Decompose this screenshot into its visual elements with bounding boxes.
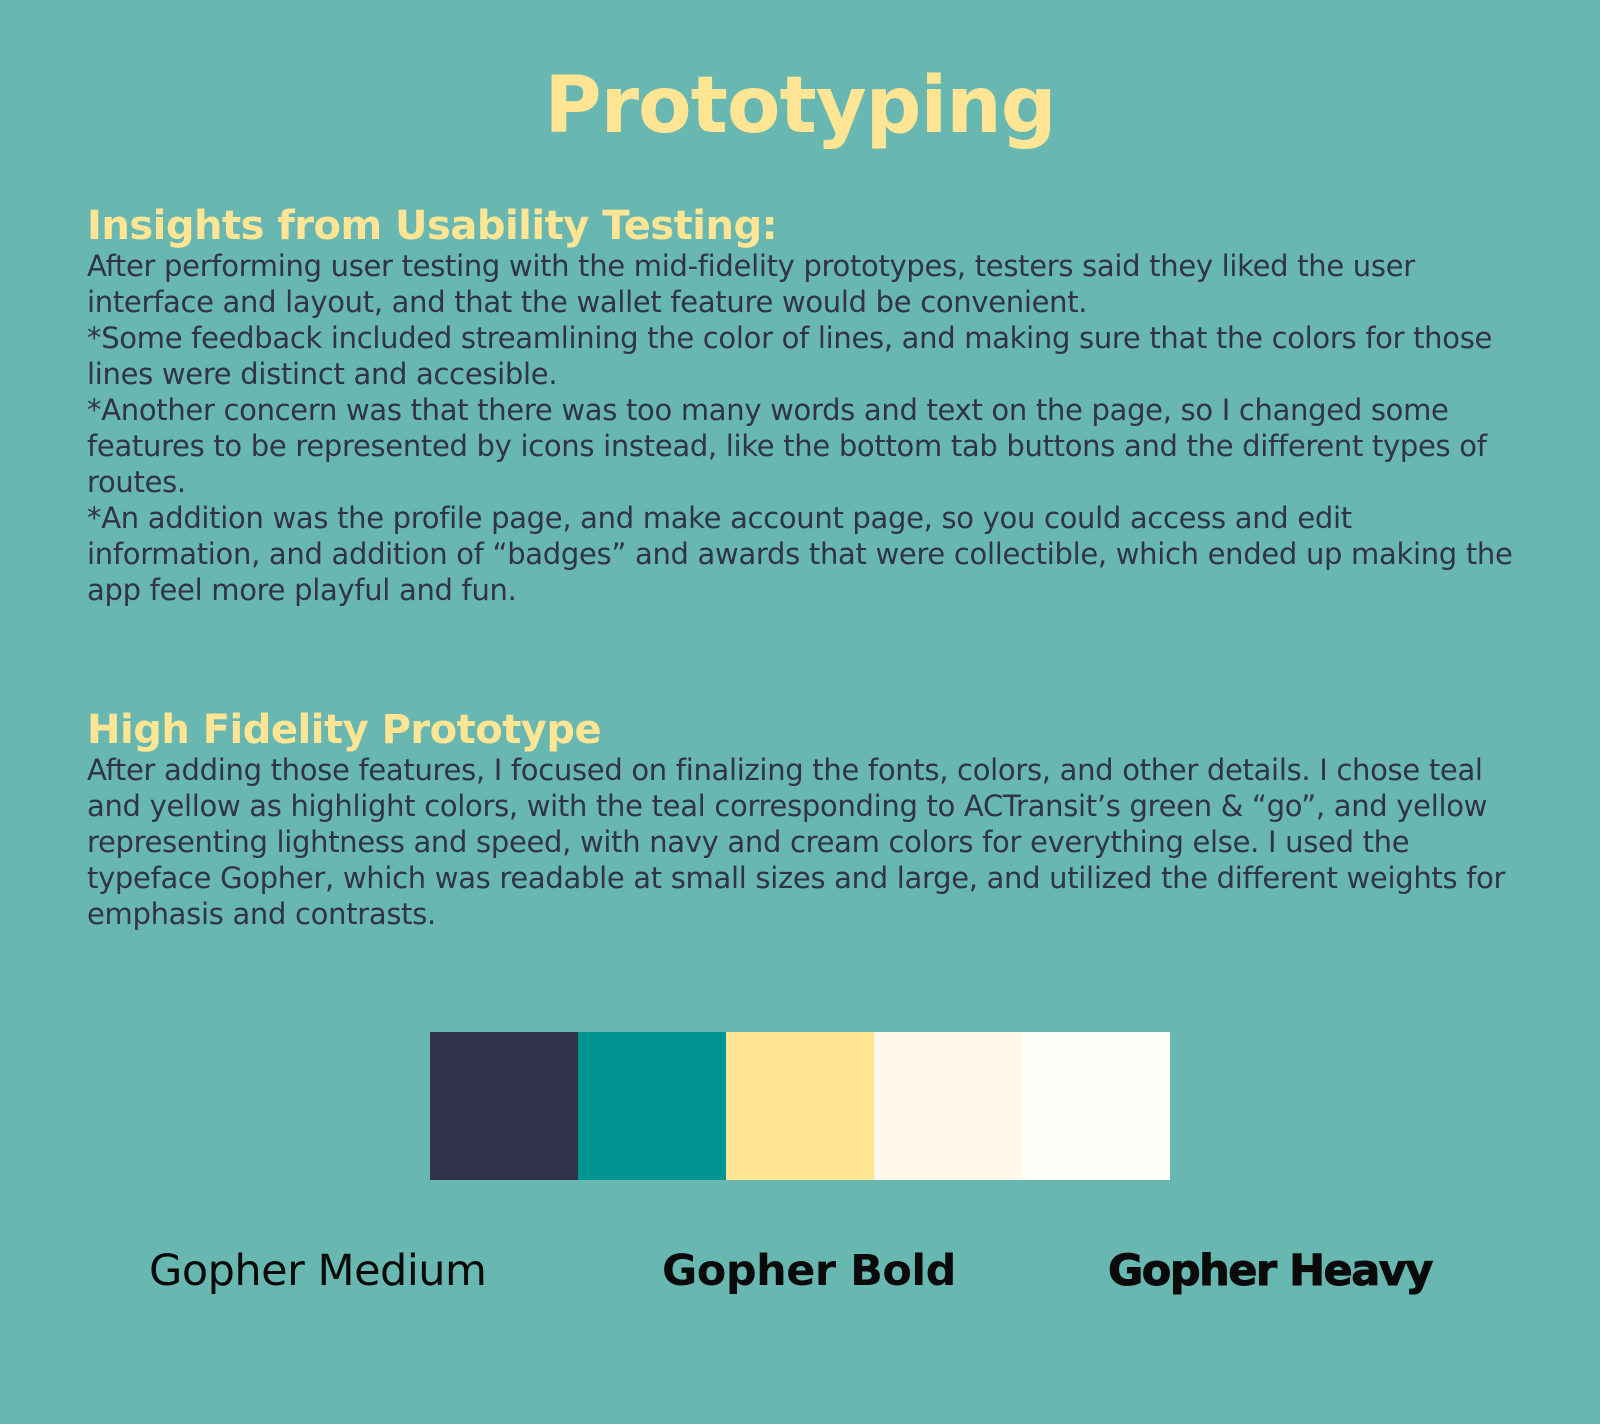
font-sample-medium: Gopher Medium — [149, 1246, 487, 1296]
swatch-navy — [430, 1032, 578, 1180]
insights-paragraph-2: *Some feedback included streamlining the… — [87, 321, 1493, 391]
color-palette — [430, 1032, 1170, 1180]
insights-section: Insights from Usability Testing: After p… — [87, 204, 1527, 608]
page-title: Prototyping — [544, 61, 1056, 151]
insights-paragraph-4: *An addition was the profile page, and m… — [87, 501, 1513, 607]
swatch-cream — [874, 1032, 1022, 1180]
swatch-white — [1022, 1032, 1170, 1180]
swatch-yellow — [726, 1032, 874, 1180]
hifi-section: High Fidelity Prototype After adding tho… — [87, 708, 1527, 932]
swatch-teal — [578, 1032, 726, 1180]
font-weights-row: Gopher Medium Gopher Bold Gopher Heavy — [0, 1245, 1600, 1305]
insights-heading: Insights from Usability Testing: — [87, 203, 778, 249]
insights-paragraph-3: *Another concern was that there was too … — [87, 393, 1487, 499]
font-sample-bold: Gopher Bold — [662, 1246, 956, 1296]
hifi-paragraph: After adding those features, I focused o… — [87, 753, 1506, 931]
insights-paragraph-1: After performing user testing with the m… — [87, 249, 1415, 319]
hifi-heading: High Fidelity Prototype — [87, 707, 602, 753]
font-sample-heavy: Gopher Heavy — [1108, 1246, 1434, 1297]
